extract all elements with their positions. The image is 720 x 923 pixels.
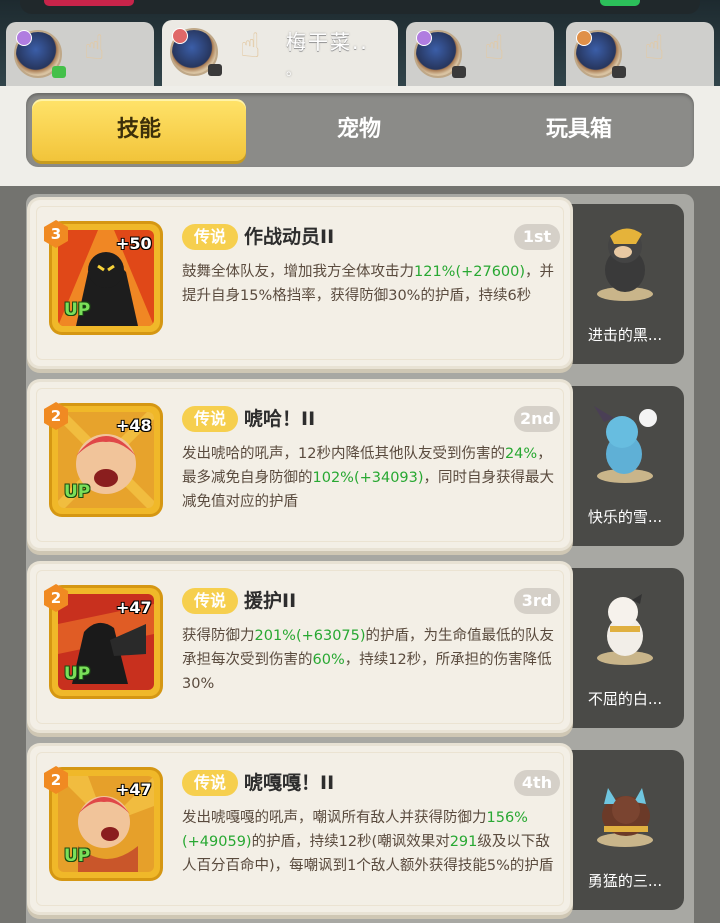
- mini-badge-icon: [208, 64, 222, 76]
- pet-black-icon: [597, 228, 653, 301]
- rank-badge: 2nd: [514, 406, 560, 432]
- skill-card[interactable]: 2 +47 UP 传说 援护II 3rd 获得防御力201%(+63075)的护…: [30, 564, 570, 730]
- skill-bonus: +50: [116, 234, 152, 253]
- hand-icon: ☝: [84, 28, 105, 68]
- top-status-bar: [20, 0, 700, 14]
- character-tab-3[interactable]: ☝: [406, 22, 554, 88]
- skill-card[interactable]: 3 +50 UP 传说 作战动员II 1st 鼓舞全体队友，增加我方全体攻击力1…: [30, 200, 570, 366]
- up-tag: UP: [64, 300, 91, 320]
- mini-badge-icon: [612, 66, 626, 78]
- desc-text: 发出唬哈的吼声，12秒内降低其他队友受到伤害的: [182, 446, 505, 462]
- rank-badge: 3rd: [514, 588, 560, 614]
- mini-badge-icon: [452, 66, 466, 78]
- segment-control: 技能 宠物 玩具箱: [26, 93, 694, 167]
- desc-text: 的护盾，持续12秒(嘲讽效果对: [251, 834, 450, 850]
- hand-icon: ☝: [644, 28, 665, 68]
- element-badge-icon: [576, 30, 592, 46]
- character-tab-1[interactable]: ☝: [6, 22, 154, 88]
- skill-description: 鼓舞全体队友，增加我方全体攻击力121%(+27600)，并提升自身15%格挡率…: [182, 260, 558, 308]
- rank-badge: 4th: [514, 770, 560, 796]
- desc-text: 鼓舞全体队友，增加我方全体攻击力: [182, 264, 414, 280]
- hand-icon: ☝: [484, 28, 505, 68]
- rarity-badge: 传说: [182, 770, 238, 796]
- up-tag: UP: [64, 482, 91, 502]
- pet-white-goat-icon: [597, 594, 653, 665]
- character-tab-4[interactable]: ☝: [566, 22, 714, 88]
- up-tag: UP: [64, 664, 91, 684]
- rarity-badge: 传说: [182, 224, 238, 250]
- pet-name: 勇猛的三...: [587, 872, 663, 890]
- skill-row-2[interactable]: 快乐的雪... 2 +48 UP 传说 唬哈！II 2nd 发出唬哈的吼声，12…: [30, 382, 684, 548]
- tab-skills[interactable]: 技能: [32, 99, 246, 161]
- stat-value: 102%(+34093): [312, 470, 424, 486]
- rarity-badge: 传说: [182, 406, 238, 432]
- stat-value: 291: [449, 834, 478, 850]
- status-pill-red: [44, 0, 134, 6]
- skill-name: 唬哈！II: [244, 408, 316, 430]
- tab-pets[interactable]: 宠物: [252, 99, 466, 161]
- skill-description: 发出唬嘎嘎的吼声，嘲讽所有敌人并获得防御力156%(+49059)的护盾，持续1…: [182, 806, 558, 878]
- character-subtext: 。: [286, 63, 300, 79]
- character-name: 梅干菜..: [286, 30, 369, 54]
- element-badge-icon: [172, 28, 188, 44]
- status-pill-green: [600, 0, 640, 6]
- tab-toybox[interactable]: 玩具箱: [472, 99, 686, 161]
- skill-name: 作战动员II: [244, 226, 335, 248]
- skill-row-3[interactable]: 不屈的白... 2 +47 UP 传说 援护II 3rd 获得防御力201%(+…: [30, 564, 684, 730]
- stat-value: 24%: [504, 446, 538, 462]
- skill-card[interactable]: 2 +47 UP 传说 唬嘎嘎！II 4th 发出唬嘎嘎的吼声，嘲讽所有敌人并获…: [30, 746, 570, 912]
- element-badge-icon: [16, 30, 32, 46]
- rarity-badge: 传说: [182, 588, 238, 614]
- skill-row-1[interactable]: 进击的黑... 3 +50 UP 传说 作战动员II 1st 鼓舞全体队友，增加…: [30, 200, 684, 366]
- mini-badge-icon: [52, 66, 66, 78]
- skill-card[interactable]: 2 +48 UP 传说 唬哈！II 2nd 发出唬哈的吼声，12秒内降低其他队友…: [30, 382, 570, 548]
- skill-bonus: +48: [116, 416, 152, 435]
- skill-description: 发出唬哈的吼声，12秒内降低其他队友受到伤害的24%，最多减免自身防御的102%…: [182, 442, 558, 514]
- rank-badge: 1st: [514, 224, 560, 250]
- skill-name: 唬嘎嘎！II: [244, 772, 335, 794]
- pet-name: 不屈的白...: [587, 690, 663, 708]
- pet-brave-beast-icon: [597, 788, 653, 847]
- element-badge-icon: [416, 30, 432, 46]
- hand-icon: ☝: [240, 26, 261, 66]
- pet-name: 进击的黑...: [587, 326, 663, 344]
- skill-bonus: +47: [116, 598, 152, 617]
- desc-text: 获得防御力: [182, 628, 255, 644]
- skill-bonus: +47: [116, 780, 152, 799]
- skill-description: 获得防御力201%(+63075)的护盾，为生命值最低的队友承担每次受到伤害的6…: [182, 624, 558, 696]
- stat-value: 60%: [312, 652, 345, 668]
- pet-snow-icon: [594, 406, 657, 483]
- stat-value: 121%(+27600): [414, 264, 526, 280]
- stat-value: 201%(+63075): [254, 628, 366, 644]
- skill-row-4[interactable]: 勇猛的三... 2 +47 UP 传说 唬嘎嘎！II 4th 发出唬嘎嘎的吼声，…: [30, 746, 684, 912]
- pet-name: 快乐的雪...: [587, 508, 663, 526]
- desc-text: 发出唬嘎嘎的吼声，嘲讽所有敌人并获得防御力: [182, 810, 487, 826]
- character-tab-2[interactable]: ☝ 梅干菜.. 。: [162, 20, 398, 92]
- up-tag: UP: [64, 846, 91, 866]
- skill-name: 援护II: [244, 590, 297, 612]
